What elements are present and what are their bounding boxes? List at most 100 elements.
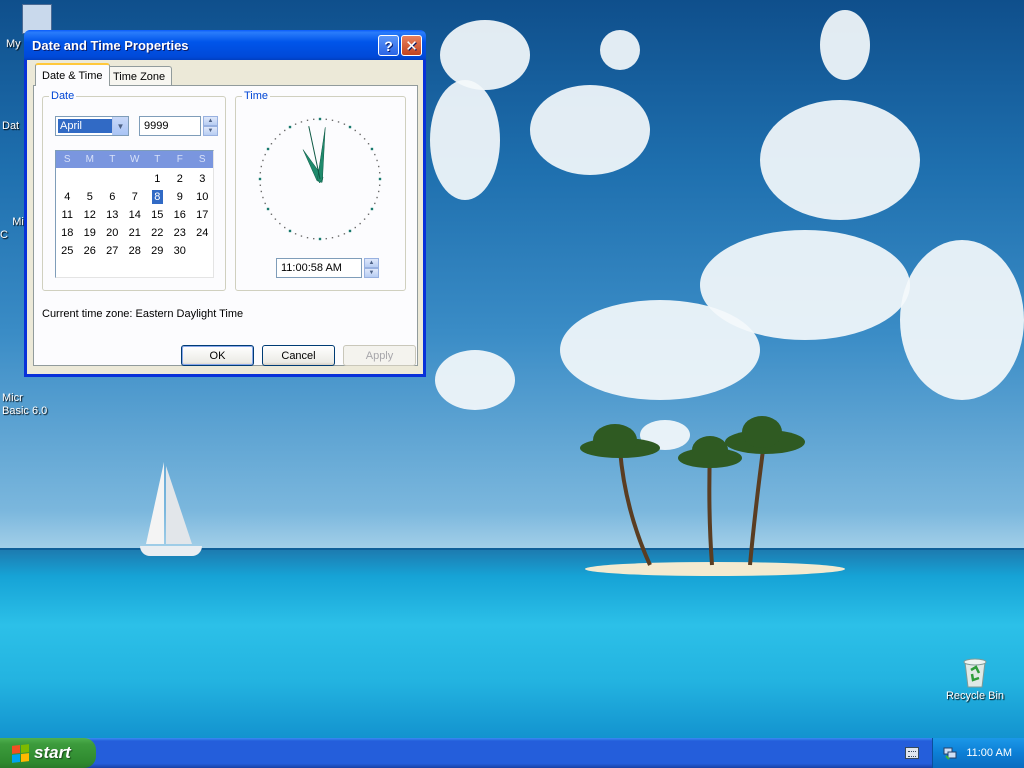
clock-minute-mark (378, 184, 381, 186)
year-field[interactable]: 9999 (139, 116, 201, 136)
clock-minute-mark (337, 235, 340, 237)
calendar-day[interactable]: 22 (146, 224, 169, 242)
date-time-properties-window: Date and Time Properties ? ✕ Date & Time… (24, 30, 426, 377)
cloud (435, 350, 515, 410)
tab-date-time[interactable]: Date & Time (35, 63, 110, 86)
help-button[interactable]: ? (378, 35, 399, 56)
sailboat-hull (140, 546, 202, 556)
spin-up-icon[interactable]: ▲ (364, 258, 379, 268)
clock-minute-mark (300, 235, 303, 237)
calendar-day[interactable]: 24 (191, 224, 214, 242)
calendar-day[interactable]: 5 (79, 188, 102, 206)
calendar-day[interactable]: 25 (56, 242, 79, 260)
cancel-button[interactable]: Cancel (262, 345, 335, 366)
calendar-day[interactable]: 9 (169, 188, 192, 206)
calendar-day[interactable]: 10 (191, 188, 214, 206)
calendar-day[interactable]: 6 (101, 188, 124, 206)
calendar-day[interactable]: 1 (146, 170, 169, 188)
spin-up-icon[interactable]: ▲ (203, 116, 218, 126)
clock-minute-mark (270, 143, 273, 145)
calendar-day[interactable]: 28 (124, 242, 147, 260)
network-icon[interactable] (943, 746, 957, 760)
clock-minute-mark (294, 233, 297, 235)
calendar-day[interactable]: 7 (124, 188, 147, 206)
cloud (560, 300, 760, 400)
apply-label: Apply (365, 349, 394, 362)
calendar-day[interactable]: 18 (56, 224, 79, 242)
tab-time-zone[interactable]: Time Zone (106, 66, 173, 86)
ok-button[interactable]: OK (181, 345, 254, 366)
ok-label: OK (209, 349, 226, 362)
calendar-day[interactable]: 17 (191, 206, 214, 224)
calendar-day[interactable]: 8 (152, 190, 163, 204)
weekday-label: T (109, 154, 116, 165)
calendar-day[interactable]: 2 (169, 170, 192, 188)
window-client-area: Date & Time Time Zone Date April ▼ 9999 … (27, 60, 423, 374)
chevron-down-icon[interactable]: ▼ (112, 117, 128, 135)
clock-hour-mark (288, 125, 292, 129)
calendar-day[interactable]: 11 (56, 206, 79, 224)
clock-minute-mark (363, 218, 366, 220)
date-group: Date April ▼ 9999 ▲ ▼ SMTWTFS 1234567891… (42, 90, 226, 291)
clock-minute-mark (300, 121, 303, 123)
cloud (440, 20, 530, 90)
calendar-day[interactable]: 12 (79, 206, 102, 224)
weekday-label: W (130, 154, 140, 165)
calendar-day[interactable]: 14 (124, 206, 147, 224)
clock-minute-mark (359, 133, 361, 136)
clock-minute-mark (259, 172, 262, 174)
time-spinner[interactable]: ▲ ▼ (364, 258, 379, 278)
clock-minute-mark (264, 202, 266, 205)
calendar-day[interactable]: 4 (56, 188, 79, 206)
desktop-icon-recycle-bin[interactable]: Recycle Bin (944, 656, 1006, 702)
taskbar-clock[interactable]: 11:00 AM (966, 747, 1012, 759)
year-value: 9999 (144, 120, 169, 132)
calendar: SMTWTFS 1 2 3 4 5 6 7 8 9 10 11 12 13 14 15 16 17 18 19 20 2… (55, 150, 214, 278)
time-group-label: Time (242, 90, 271, 102)
calendar-day[interactable]: 29 (146, 242, 169, 260)
clock-hour-mark (318, 117, 322, 121)
calendar-day[interactable]: 23 (169, 224, 192, 242)
calendar-day[interactable]: 30 (169, 242, 192, 260)
weekday-label: M (85, 154, 94, 165)
calendar-day[interactable]: 21 (124, 224, 147, 242)
calendar-day[interactable]: 15 (146, 206, 169, 224)
spin-down-icon[interactable]: ▼ (364, 268, 379, 278)
spin-down-icon[interactable]: ▼ (203, 126, 218, 136)
sailboat (146, 462, 192, 544)
time-field[interactable]: 11:00:58 AM (276, 258, 362, 278)
calendar-day[interactable]: 20 (101, 224, 124, 242)
clock-minute-mark (376, 159, 378, 162)
calendar-day[interactable]: 3 (191, 170, 214, 188)
cloud (430, 80, 500, 200)
analog-clock (258, 117, 382, 241)
desktop-icon-microsoft-basic[interactable]: Micr Basic 6.0 (0, 366, 47, 444)
calendar-day[interactable]: 19 (79, 224, 102, 242)
clock-minute-mark (313, 118, 315, 121)
calendar-day[interactable]: 27 (101, 242, 124, 260)
clock-minute-mark (359, 222, 361, 225)
calendar-day[interactable]: 26 (79, 242, 102, 260)
start-button[interactable]: start (0, 738, 96, 768)
apply-button[interactable]: Apply (343, 345, 416, 366)
clock-minute-mark (274, 138, 277, 140)
window-titlebar[interactable]: Date and Time Properties ? ✕ (24, 30, 426, 60)
cloud (530, 85, 650, 175)
clock-minute-mark (343, 233, 346, 235)
year-spinner[interactable]: ▲ ▼ (203, 116, 218, 136)
window-title: Date and Time Properties (32, 37, 189, 53)
calendar-day[interactable]: 16 (169, 206, 192, 224)
calendar-days: 1 2 3 4 5 6 7 8 9 10 11 12 13 14 15 16 17 18 19 20 21 22 23 24 2… (56, 168, 213, 260)
calendar-blank (124, 170, 147, 188)
tab-label: Date & Time (42, 69, 103, 82)
clock-hour-mark (378, 177, 382, 181)
desktop-icon-date[interactable]: Dat (2, 120, 19, 132)
calendar-day[interactable]: 13 (101, 206, 124, 224)
calendar-blank (101, 170, 124, 188)
close-button[interactable]: ✕ (401, 35, 422, 56)
clock-minute-mark (374, 202, 376, 205)
clock-minute-mark (363, 138, 366, 140)
keyboard-icon[interactable] (905, 747, 919, 759)
month-dropdown[interactable]: April ▼ (55, 116, 129, 136)
clock-hour-mark (288, 229, 292, 233)
